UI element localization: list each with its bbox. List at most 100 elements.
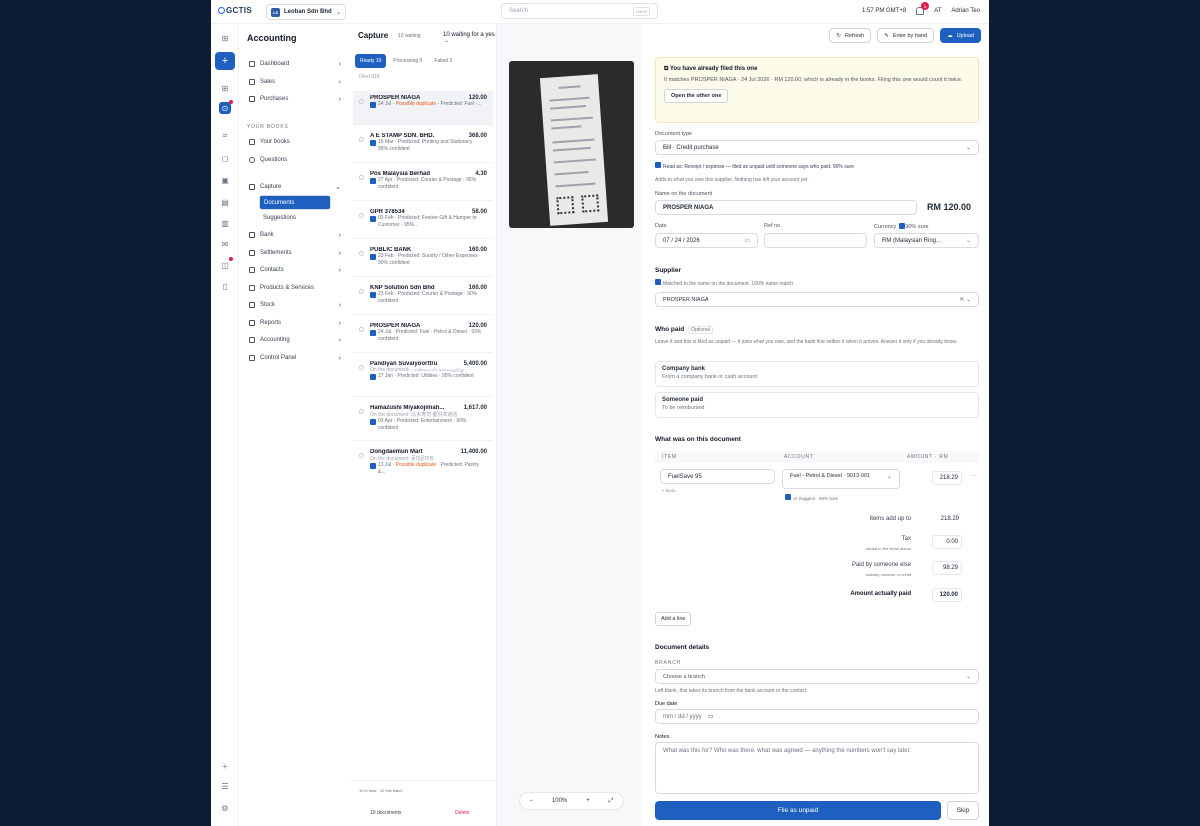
chat-icon[interactable]: ◻ [219, 152, 231, 164]
add-app-icon[interactable]: + [219, 760, 231, 772]
add-line-button[interactable]: Add a line [655, 612, 692, 626]
nav-capture[interactable]: Capture ⌄ [249, 180, 341, 194]
receipt-line [555, 182, 596, 188]
apps-grid-icon[interactable]: ⊞ [219, 32, 231, 44]
list-item[interactable]: Hamazushi Miyakojimah... 1,617.00 On the d… [353, 401, 493, 441]
dashboard-icon[interactable]: ⊞ [219, 82, 231, 94]
radio[interactable] [359, 453, 364, 458]
nav-label: Purchases [260, 96, 289, 102]
radio[interactable] [359, 175, 364, 180]
nav-accounting[interactable]: Accounting › [249, 333, 341, 347]
accounting-icon[interactable]: ⊙ [219, 100, 233, 114]
user-name[interactable]: Adrian Teo [951, 8, 980, 14]
payment-option-someone-paid[interactable]: Someone paid To be reimbursed [655, 392, 979, 418]
nav-suggestions[interactable]: Suggestions [259, 211, 331, 225]
radio[interactable] [359, 137, 364, 142]
calendar-icon[interactable]: ▤ [219, 196, 231, 208]
list-item[interactable]: Pandiyan Suvaiyoorttru 5,400.00 On the doc… [353, 357, 493, 397]
clipboard-icon[interactable]: ▥ [219, 217, 231, 229]
list-item[interactable]: A E STAMP SDN. BHD. 368.00 16 Mar · Predic… [353, 129, 493, 163]
tab-ready[interactable]: Ready 10 [355, 54, 387, 68]
filters-icon[interactable]: ☰ [219, 780, 231, 792]
more-options-icon[interactable]: ··· [971, 473, 977, 479]
list-item[interactable]: PROSPER NIAGA 120.00 24 Jul · Possible dup… [353, 91, 493, 125]
nav-sales[interactable]: Sales › [249, 75, 341, 89]
radio[interactable] [359, 213, 364, 218]
line-amount[interactable]: 218.29 [932, 471, 962, 485]
scan-icon[interactable]: ⌗ [219, 130, 231, 142]
nav-bank[interactable]: Bank › [249, 228, 341, 242]
bell-icon[interactable]: 6 [916, 2, 930, 15]
currency-select[interactable]: RM (Malaysian Ring... ⌄ [874, 233, 979, 248]
nav-reports[interactable]: Reports › [249, 316, 341, 330]
nav-dashboard[interactable]: Dashboard › [249, 57, 341, 71]
radio[interactable] [359, 251, 364, 256]
skip-button[interactable]: Skip [947, 801, 979, 820]
waiting-link[interactable]: 10 waiting for a yes → [443, 32, 496, 44]
mail-icon[interactable]: ✉ [219, 238, 231, 250]
account-select[interactable]: Fuel - Petrol & Diesel · 9013-001 ⌄ [782, 469, 900, 489]
car-icon[interactable]: ◫ [219, 257, 233, 271]
nav-contacts[interactable]: Contacts › [249, 263, 341, 277]
radio[interactable] [359, 99, 364, 104]
select-all[interactable]: 10 documents [370, 810, 401, 816]
zoom-out-button[interactable]: − [529, 798, 533, 804]
notes-textarea[interactable]: What was this for? Who was there, what w… [655, 742, 979, 794]
enter-by-hand-button[interactable]: ✎ Enter by hand [877, 28, 935, 43]
search-input[interactable]: Search Ctrl+K [501, 3, 658, 19]
radio[interactable] [359, 327, 364, 332]
trash-icon[interactable]: ▯ [219, 280, 231, 292]
calendar-icon[interactable]: ▭ [708, 713, 714, 720]
nav-your-books[interactable]: Your books [249, 135, 341, 149]
zoom-in-button[interactable]: + [586, 798, 590, 804]
box-icon[interactable]: ▣ [219, 174, 231, 186]
payment-option-company-bank[interactable]: Company bank From a company bank or cash … [655, 361, 979, 387]
file-as-unpaid-button[interactable]: File as unpaid [655, 801, 941, 820]
doc-type-select[interactable]: Bill · Credit purchase ⌄ [655, 140, 979, 155]
tab-processing[interactable]: Processing 0 [388, 54, 427, 68]
radio[interactable] [359, 289, 364, 294]
delete-button[interactable]: Delete [455, 810, 469, 816]
ai-suggest: AI Suggest · 95% sure [785, 494, 838, 501]
open-other-button[interactable]: Open the other one [664, 89, 729, 103]
expand-icon[interactable]: ⤢ [609, 798, 614, 805]
branch-select[interactable]: Choose a branch ⌄ [655, 669, 979, 684]
doc-date: 24 Jul · [378, 101, 396, 107]
list-item[interactable]: PROSPER NIAGA 120.00 24 Jul · Predicted: F… [353, 319, 493, 353]
nav-products[interactable]: Products & Services [249, 281, 341, 295]
name-field[interactable]: PROSPER NIAGA [655, 200, 917, 215]
nav-purchases[interactable]: Purchases › [249, 92, 341, 106]
nav-documents[interactable]: Documents [259, 195, 331, 210]
upload-button[interactable]: ☁ Upload [940, 28, 981, 43]
radio[interactable] [359, 409, 364, 414]
supplier-select[interactable]: PROSPER NIAGA ✕ ⌄ [655, 292, 979, 307]
nav-questions[interactable]: Questions [249, 153, 341, 167]
user-initials[interactable]: AT [934, 8, 941, 14]
tax-field[interactable]: 0.00 [932, 535, 962, 549]
nav-stock[interactable]: Stock › [249, 298, 341, 312]
radio[interactable] [359, 365, 364, 370]
nav-settlements[interactable]: Settlements › [249, 246, 341, 260]
org-switcher[interactable]: LS Leoban Sdn Bhd ⌄ [266, 4, 346, 20]
paid-other-field[interactable]: 98.29 [932, 561, 962, 575]
create-button[interactable]: + [215, 52, 235, 70]
tab-failed[interactable]: Failed 3 [429, 54, 457, 68]
filed-count[interactable]: Filed 818 [359, 74, 380, 80]
clear-chevron-icon[interactable]: ✕ ⌄ [959, 296, 971, 303]
list-item[interactable]: Pos Malaysia Berhad 4.30 27 Apr · Predicte… [353, 167, 493, 201]
ref-field[interactable] [764, 233, 867, 248]
doc-original-name: On the document: はま寿司 都島本通店 [370, 412, 458, 418]
calendar-icon[interactable]: ▭ [744, 237, 750, 244]
due-date-field[interactable]: mm / dd / yyyy ▭ [655, 709, 979, 724]
list-item[interactable]: GPR 378534 58.00 03 Feb · Predicted: Festi… [353, 205, 493, 239]
nav-control-panel[interactable]: Control Panel › [249, 351, 341, 365]
list-item[interactable]: PUBLIC BANK 160.00 23 Feb · Predicted: Sun… [353, 243, 493, 277]
settings-gear-icon[interactable]: ⚙ [219, 802, 231, 814]
item-field[interactable]: FuelSave 95 [660, 469, 775, 484]
refresh-button[interactable]: ↻ Refresh [829, 28, 872, 43]
list-item[interactable]: KNP Solution Sdn Bhd 160.00 23 Feb · Predi… [353, 281, 493, 315]
app-window: GCTIS LS Leoban Sdn Bhd ⌄ Search Ctrl+K 1:5… [211, 0, 989, 826]
list-item[interactable]: Dongdaemun Mart 11,400.00 On the document:… [353, 445, 493, 489]
receipt-photo[interactable] [509, 61, 634, 228]
date-field[interactable]: 07 / 24 / 2026 ▭ [655, 233, 758, 248]
